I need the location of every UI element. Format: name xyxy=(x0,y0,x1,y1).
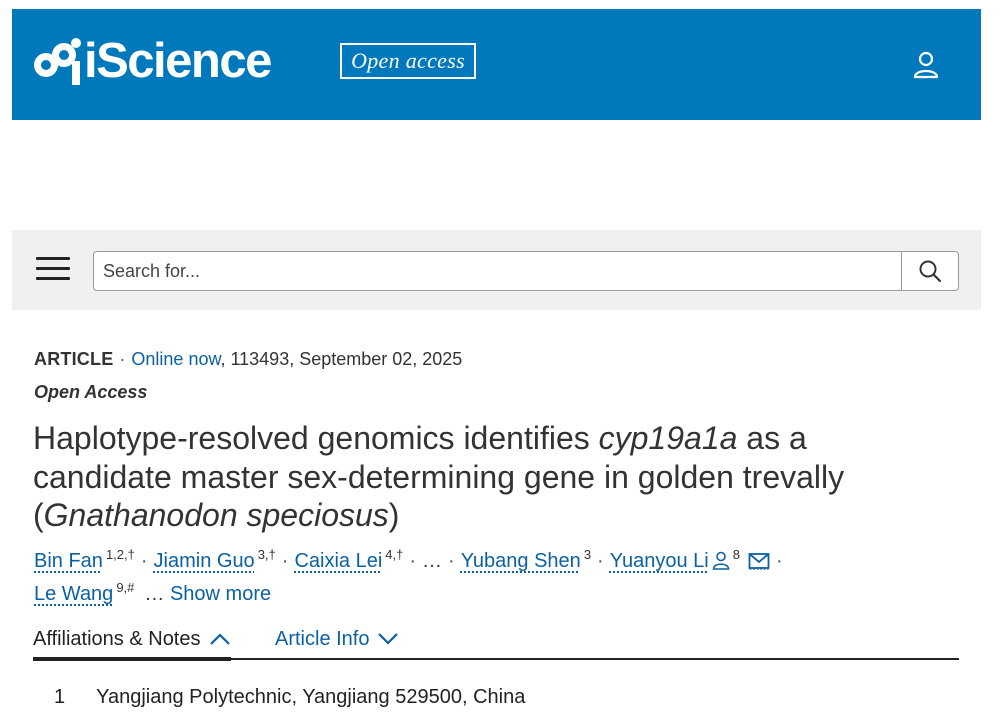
article-type: ARTICLE xyxy=(34,349,114,369)
author-link[interactable]: Le Wang xyxy=(34,583,113,605)
title-species-name: Gnathanodon speciosus xyxy=(43,497,389,533)
user-account-button[interactable] xyxy=(910,49,942,81)
top-header-bar: iScience Open access xyxy=(12,9,981,120)
tab-label: Article Info xyxy=(275,627,370,650)
menu-line xyxy=(36,277,70,280)
search-icon xyxy=(919,260,942,283)
author-affiliation-sup: 1,2,† xyxy=(105,547,135,563)
user-profile-icon[interactable] xyxy=(712,551,730,570)
open-access-label: Open Access xyxy=(34,382,148,402)
meta-separator: · xyxy=(119,349,126,369)
author-link[interactable]: Bin Fan xyxy=(34,550,103,572)
author-link[interactable]: Caixia Lei xyxy=(294,550,382,572)
search-bar xyxy=(12,230,981,310)
title-text: Haplotype-resolved genomics identifies xyxy=(33,420,599,456)
tab-label: Affiliations & Notes xyxy=(33,627,201,650)
author-affiliation-sup: 8 xyxy=(732,547,740,563)
email-icon[interactable] xyxy=(748,552,770,570)
author-affiliation-sup: 9,# xyxy=(116,580,135,596)
open-access-badge: Open access xyxy=(340,43,476,79)
article-title: Haplotype-resolved genomics identifies c… xyxy=(33,419,933,535)
author-separator: · xyxy=(597,550,604,572)
menu-line xyxy=(36,257,70,260)
affiliation-text: Yangjiang Polytechnic, Yangjiang 529500,… xyxy=(96,686,526,708)
author-separator: · xyxy=(448,550,455,572)
iscience-logo[interactable]: iScience xyxy=(32,33,272,89)
search-box xyxy=(93,251,959,291)
author-separator: · xyxy=(140,550,148,572)
hamburger-menu-button[interactable] xyxy=(36,257,70,283)
article-number-date: , 113493, September 02, 2025 xyxy=(220,349,463,369)
article-tabs: Affiliations & Notes Article Info xyxy=(33,622,959,661)
logo-text: iScience xyxy=(84,33,272,88)
authors-ellipsis: … xyxy=(144,583,165,605)
search-button[interactable] xyxy=(901,252,958,290)
title-gene-name: cyp19a1a xyxy=(598,420,738,456)
tab-affiliations-notes[interactable]: Affiliations & Notes xyxy=(33,622,231,661)
article-meta: ARTICLE · Online now, 113493, September 02… xyxy=(34,349,462,370)
online-now-link[interactable]: Online now xyxy=(131,349,220,369)
author-separator: · xyxy=(409,550,417,572)
author-link[interactable]: Yubang Shen xyxy=(461,550,581,572)
show-more-button[interactable]: Show more xyxy=(170,583,271,605)
author-separator: · xyxy=(281,550,289,572)
author-affiliation-sup: 4,† xyxy=(385,547,404,563)
author-separator: · xyxy=(775,550,783,572)
authors-ellipsis: … xyxy=(422,550,443,572)
author-link[interactable]: Yuanyou Li xyxy=(610,550,709,572)
cell-press-logo-icon xyxy=(34,38,81,85)
author-affiliation-sup: 3,† xyxy=(257,547,276,563)
chevron-down-icon xyxy=(378,633,399,645)
menu-line xyxy=(36,267,70,270)
affiliation-number: 1 xyxy=(54,686,66,708)
tab-article-info[interactable]: Article Info xyxy=(275,622,399,656)
chevron-up-icon xyxy=(209,633,230,645)
title-text: ) xyxy=(388,497,400,533)
author-link[interactable]: Jiamin Guo xyxy=(154,550,255,572)
author-affiliation-sup: 3 xyxy=(583,547,592,563)
search-input[interactable] xyxy=(94,252,901,290)
affiliation-item: 1 Yangjiang Polytechnic, Yangjiang 52950… xyxy=(54,686,525,709)
user-icon xyxy=(913,51,939,79)
author-list: Bin Fan 1,2,† · Jiamin Guo 3,† · Caixia Lei 4,†… xyxy=(34,545,934,611)
